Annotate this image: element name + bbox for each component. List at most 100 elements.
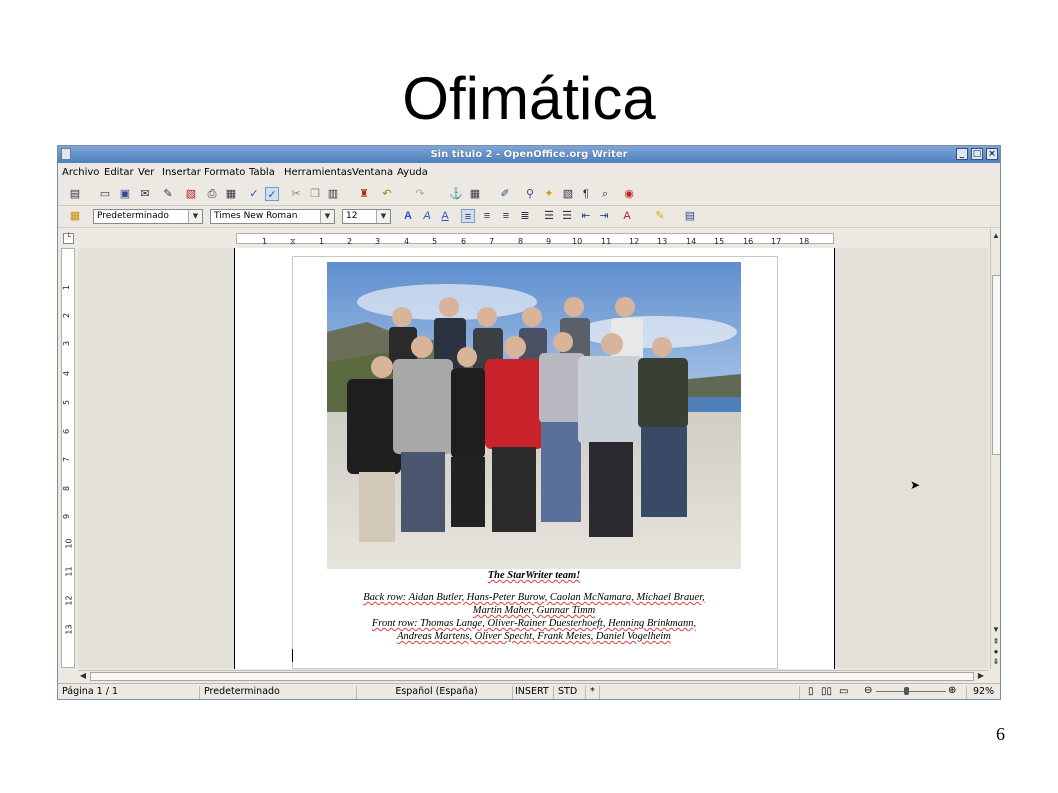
styles-icon[interactable]: ▦ — [68, 209, 82, 223]
numbering-icon[interactable]: ☰ — [542, 209, 556, 223]
background-color-icon[interactable]: ▤ — [683, 209, 697, 223]
menu-insertar[interactable]: Insertar — [162, 167, 201, 178]
maximize-button[interactable]: □ — [971, 148, 983, 160]
save-icon[interactable]: ▣ — [118, 187, 132, 201]
table-icon[interactable]: ▦ — [468, 187, 482, 201]
navigation-icon[interactable]: ● — [991, 647, 1000, 657]
align-left-icon[interactable]: ≡ — [461, 209, 475, 223]
chevron-down-icon[interactable]: ▼ — [188, 210, 202, 223]
menu-herramientas[interactable]: Herramientas — [284, 167, 352, 178]
decrease-indent-icon[interactable]: ⇤ — [579, 209, 593, 223]
minimize-button[interactable]: _ — [956, 148, 968, 160]
undo-icon[interactable]: ↶ — [380, 187, 394, 201]
print-preview-icon[interactable]: ▦ — [224, 187, 238, 201]
book-view-icon[interactable]: ▭ — [839, 686, 848, 697]
status-language[interactable]: Español (España) — [357, 686, 513, 699]
menu-archivo[interactable]: Archivo — [62, 167, 99, 178]
menu-tabla[interactable]: Tabla — [249, 167, 275, 178]
previous-page-icon[interactable]: ⇞ — [991, 637, 1000, 647]
scroll-up-icon[interactable]: ▲ — [991, 231, 1000, 241]
writer-window: Sin título 2 - OpenOffice.org Writer _ □… — [57, 145, 1001, 700]
scroll-right-icon[interactable]: ▶ — [976, 671, 986, 681]
ruler-label: 14 — [686, 237, 697, 246]
bold-icon[interactable]: A — [401, 209, 415, 223]
horizontal-scrollbar[interactable]: ◀ ▶ — [78, 670, 988, 682]
chevron-down-icon[interactable]: ▼ — [320, 210, 334, 223]
menu-editar[interactable]: Editar — [104, 167, 134, 178]
menu-ayuda[interactable]: Ayuda — [397, 167, 428, 178]
help-icon[interactable]: ◉ — [622, 187, 636, 201]
menu-ver[interactable]: Ver — [138, 167, 154, 178]
zoom-slider[interactable] — [876, 691, 946, 692]
find-replace-icon[interactable]: ⚲ — [523, 187, 537, 201]
font-name-combo[interactable]: Times New Roman ▼ — [210, 209, 335, 224]
paste-icon[interactable]: ▥ — [326, 187, 340, 201]
gallery-icon[interactable]: ▧ — [561, 187, 575, 201]
italic-icon[interactable]: A — [420, 209, 434, 223]
font-size-combo[interactable]: 12 ▼ — [342, 209, 391, 224]
single-page-view-icon[interactable]: ▯ — [808, 686, 814, 697]
autospellcheck-icon[interactable]: ✓ — [265, 187, 279, 201]
caption-line: Andreas Martens, Oliver Specht, Frank Me… — [397, 631, 671, 642]
zoom-slider-handle[interactable] — [904, 687, 909, 695]
new-document-icon[interactable]: ▤ — [68, 187, 82, 201]
align-center-icon[interactable]: ≡ — [480, 209, 494, 223]
status-page[interactable]: Página 1 / 1 — [58, 686, 200, 699]
document-area[interactable]: The StarWriter team! Back row: Aidan But… — [78, 248, 988, 669]
title-bar[interactable]: Sin título 2 - OpenOffice.org Writer _ □… — [58, 146, 1000, 163]
redo-icon[interactable]: ↷ — [413, 187, 427, 201]
vertical-scroll-thumb[interactable] — [992, 275, 1000, 455]
edit-file-icon[interactable]: ✎ — [161, 187, 175, 201]
scroll-down-icon[interactable]: ▼ — [991, 625, 1000, 635]
underline-icon[interactable]: A — [438, 209, 452, 223]
zoom-out-icon[interactable]: ⊖ — [864, 685, 872, 696]
tab-type-icon[interactable]: └ — [63, 233, 74, 244]
zoom-in-icon[interactable]: ⊕ — [948, 685, 956, 696]
team-photo[interactable] — [327, 262, 741, 569]
status-signature — [600, 686, 800, 699]
status-selection-mode[interactable]: STD — [554, 686, 586, 699]
zoom-icon[interactable]: ⌕ — [598, 187, 612, 201]
menu-ventana[interactable]: Ventana — [352, 167, 393, 178]
horizontal-scroll-thumb[interactable] — [90, 672, 974, 681]
navigator-icon[interactable]: ✦ — [542, 187, 556, 201]
document-page[interactable]: The StarWriter team! Back row: Aidan But… — [234, 248, 835, 669]
ruler-label: 7 — [62, 456, 72, 463]
copy-icon[interactable]: ❐ — [308, 187, 322, 201]
chevron-down-icon[interactable]: ▼ — [376, 210, 390, 223]
photo-caption[interactable]: The StarWriter team! Back row: Aidan But… — [327, 569, 741, 649]
print-icon[interactable]: ⎙ — [205, 187, 219, 201]
status-style[interactable]: Predeterminado — [200, 686, 357, 699]
export-pdf-icon[interactable]: ▧ — [184, 187, 198, 201]
vertical-ruler[interactable]: 1 2 3 4 5 6 7 8 9 10 11 12 13 — [61, 248, 75, 668]
close-button[interactable]: × — [986, 148, 998, 160]
draw-functions-icon[interactable]: ✐ — [498, 187, 512, 201]
hyperlink-icon[interactable]: ⚓ — [449, 187, 463, 201]
justify-icon[interactable]: ≣ — [518, 209, 532, 223]
font-color-icon[interactable]: A — [620, 209, 634, 223]
vertical-scrollbar[interactable]: ▲ ▼ ⇞ ● ⇟ — [990, 229, 1000, 669]
zoom-level[interactable]: 92% — [966, 686, 1000, 699]
ruler-label: 9 — [62, 513, 72, 520]
status-modified[interactable]: * — [586, 686, 600, 699]
paragraph-style-combo[interactable]: Predeterminado ▼ — [93, 209, 203, 224]
spellcheck-icon[interactable]: ✓ — [247, 187, 261, 201]
scroll-left-icon[interactable]: ◀ — [78, 671, 88, 681]
multi-page-view-icon[interactable]: ▯▯ — [821, 686, 832, 697]
ruler-label: 6 — [62, 428, 72, 435]
bullets-icon[interactable]: ☰ — [560, 209, 574, 223]
status-insert-mode[interactable]: INSERT — [513, 686, 554, 699]
menu-bar: Archivo Editar Ver Insertar Formato Tabl… — [58, 164, 1000, 182]
next-page-icon[interactable]: ⇟ — [991, 657, 1000, 667]
align-right-icon[interactable]: ≡ — [499, 209, 513, 223]
format-paintbrush-icon[interactable]: ♜ — [357, 187, 371, 201]
open-icon[interactable]: ▭ — [98, 187, 112, 201]
cut-icon[interactable]: ✂ — [289, 187, 303, 201]
menu-formato[interactable]: Formato — [204, 167, 245, 178]
email-icon[interactable]: ✉ — [138, 187, 152, 201]
nonprinting-chars-icon[interactable]: ¶ — [579, 187, 593, 201]
indent-marker-icon[interactable]: ⧖ — [290, 237, 296, 247]
increase-indent-icon[interactable]: ⇥ — [597, 209, 611, 223]
highlighting-icon[interactable]: ✎ — [653, 209, 667, 223]
horizontal-ruler[interactable]: └ 1 ⧖ 1 2 3 4 5 6 7 8 9 10 11 12 13 14 1… — [58, 229, 1000, 247]
